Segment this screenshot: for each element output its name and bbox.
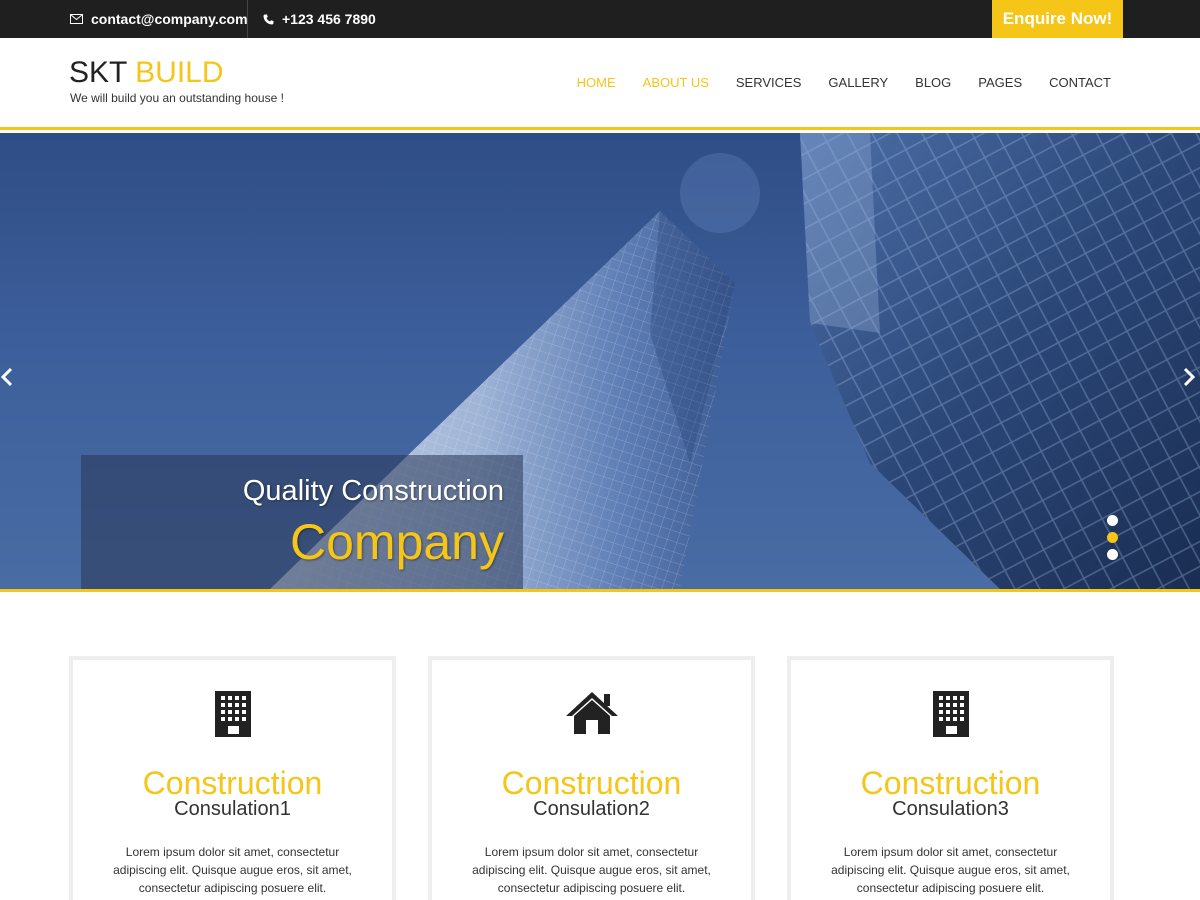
slider-dot-2[interactable] [1107,532,1118,543]
phone-text: +123 456 7890 [282,11,376,27]
chevron-left-icon [0,367,13,387]
hero-caption-line1: Quality Construction [242,475,504,507]
phone-icon [263,14,274,24]
slider-prev-button[interactable] [0,366,20,390]
hero-slider: Quality Construction Company [0,133,1200,589]
email-text: contact@company.com [91,11,248,27]
nav-services[interactable]: SERVICES [736,75,802,90]
service-card-1: Construction Consulation1 Lorem ipsum do… [69,656,396,900]
card-text: Lorem ipsum dolor sit amet, consectetur … [831,845,1070,895]
logo-text-primary: SKT [69,56,127,89]
slider-dot-1[interactable] [1107,515,1118,526]
card-subtitle: Consulation2 [533,798,650,820]
service-card-3: Construction Consulation3 Lorem ipsum do… [787,656,1114,900]
card-title: Construction [501,765,682,801]
card-text: Lorem ipsum dolor sit amet, consectetur … [472,845,711,895]
phone-contact[interactable]: +123 456 7890 [263,0,376,38]
slider-dot-3[interactable] [1107,549,1118,560]
home-icon [565,692,618,734]
nav-contact[interactable]: CONTACT [1049,75,1111,90]
hero-bottom-border [0,589,1200,592]
card-title: Construction [142,765,323,801]
email-contact[interactable]: contact@company.com [70,0,248,38]
enquire-now-button[interactable]: Enquire Now! [992,0,1123,38]
nav-gallery[interactable]: GALLERY [828,75,888,90]
topbar-divider [247,0,248,38]
site-tagline: We will build you an outstanding house ! [70,91,284,105]
top-bar: contact@company.com +123 456 7890 Enquir… [0,0,1200,38]
envelope-icon [70,14,83,24]
card-subtitle: Consulation1 [174,798,291,820]
chevron-right-icon [1183,367,1196,387]
hero-caption-line2: Company [290,514,504,570]
site-header: SKT BUILD We will build you an outstandi… [0,38,1200,130]
hero-caption: Quality Construction Company [81,455,523,589]
nav-home[interactable]: HOME [577,75,616,90]
building-icon [932,691,969,737]
logo-text-accent: BUILD [135,56,224,89]
card-text: Lorem ipsum dolor sit amet, consectetur … [113,845,352,895]
slider-next-button[interactable] [1182,366,1200,390]
card-title: Construction [860,765,1041,801]
nav-blog[interactable]: BLOG [915,75,951,90]
card-subtitle: Consulation3 [892,798,1009,820]
nav-pages[interactable]: PAGES [978,75,1022,90]
service-card-2: Construction Consulation2 Lorem ipsum do… [428,656,755,900]
main-nav: HOME ABOUT US SERVICES GALLERY BLOG PAGE… [550,75,1111,90]
slider-pagination [1107,515,1118,566]
site-logo[interactable]: SKT BUILD [69,56,224,90]
building-icon [214,691,251,737]
nav-about-us[interactable]: ABOUT US [643,75,709,90]
